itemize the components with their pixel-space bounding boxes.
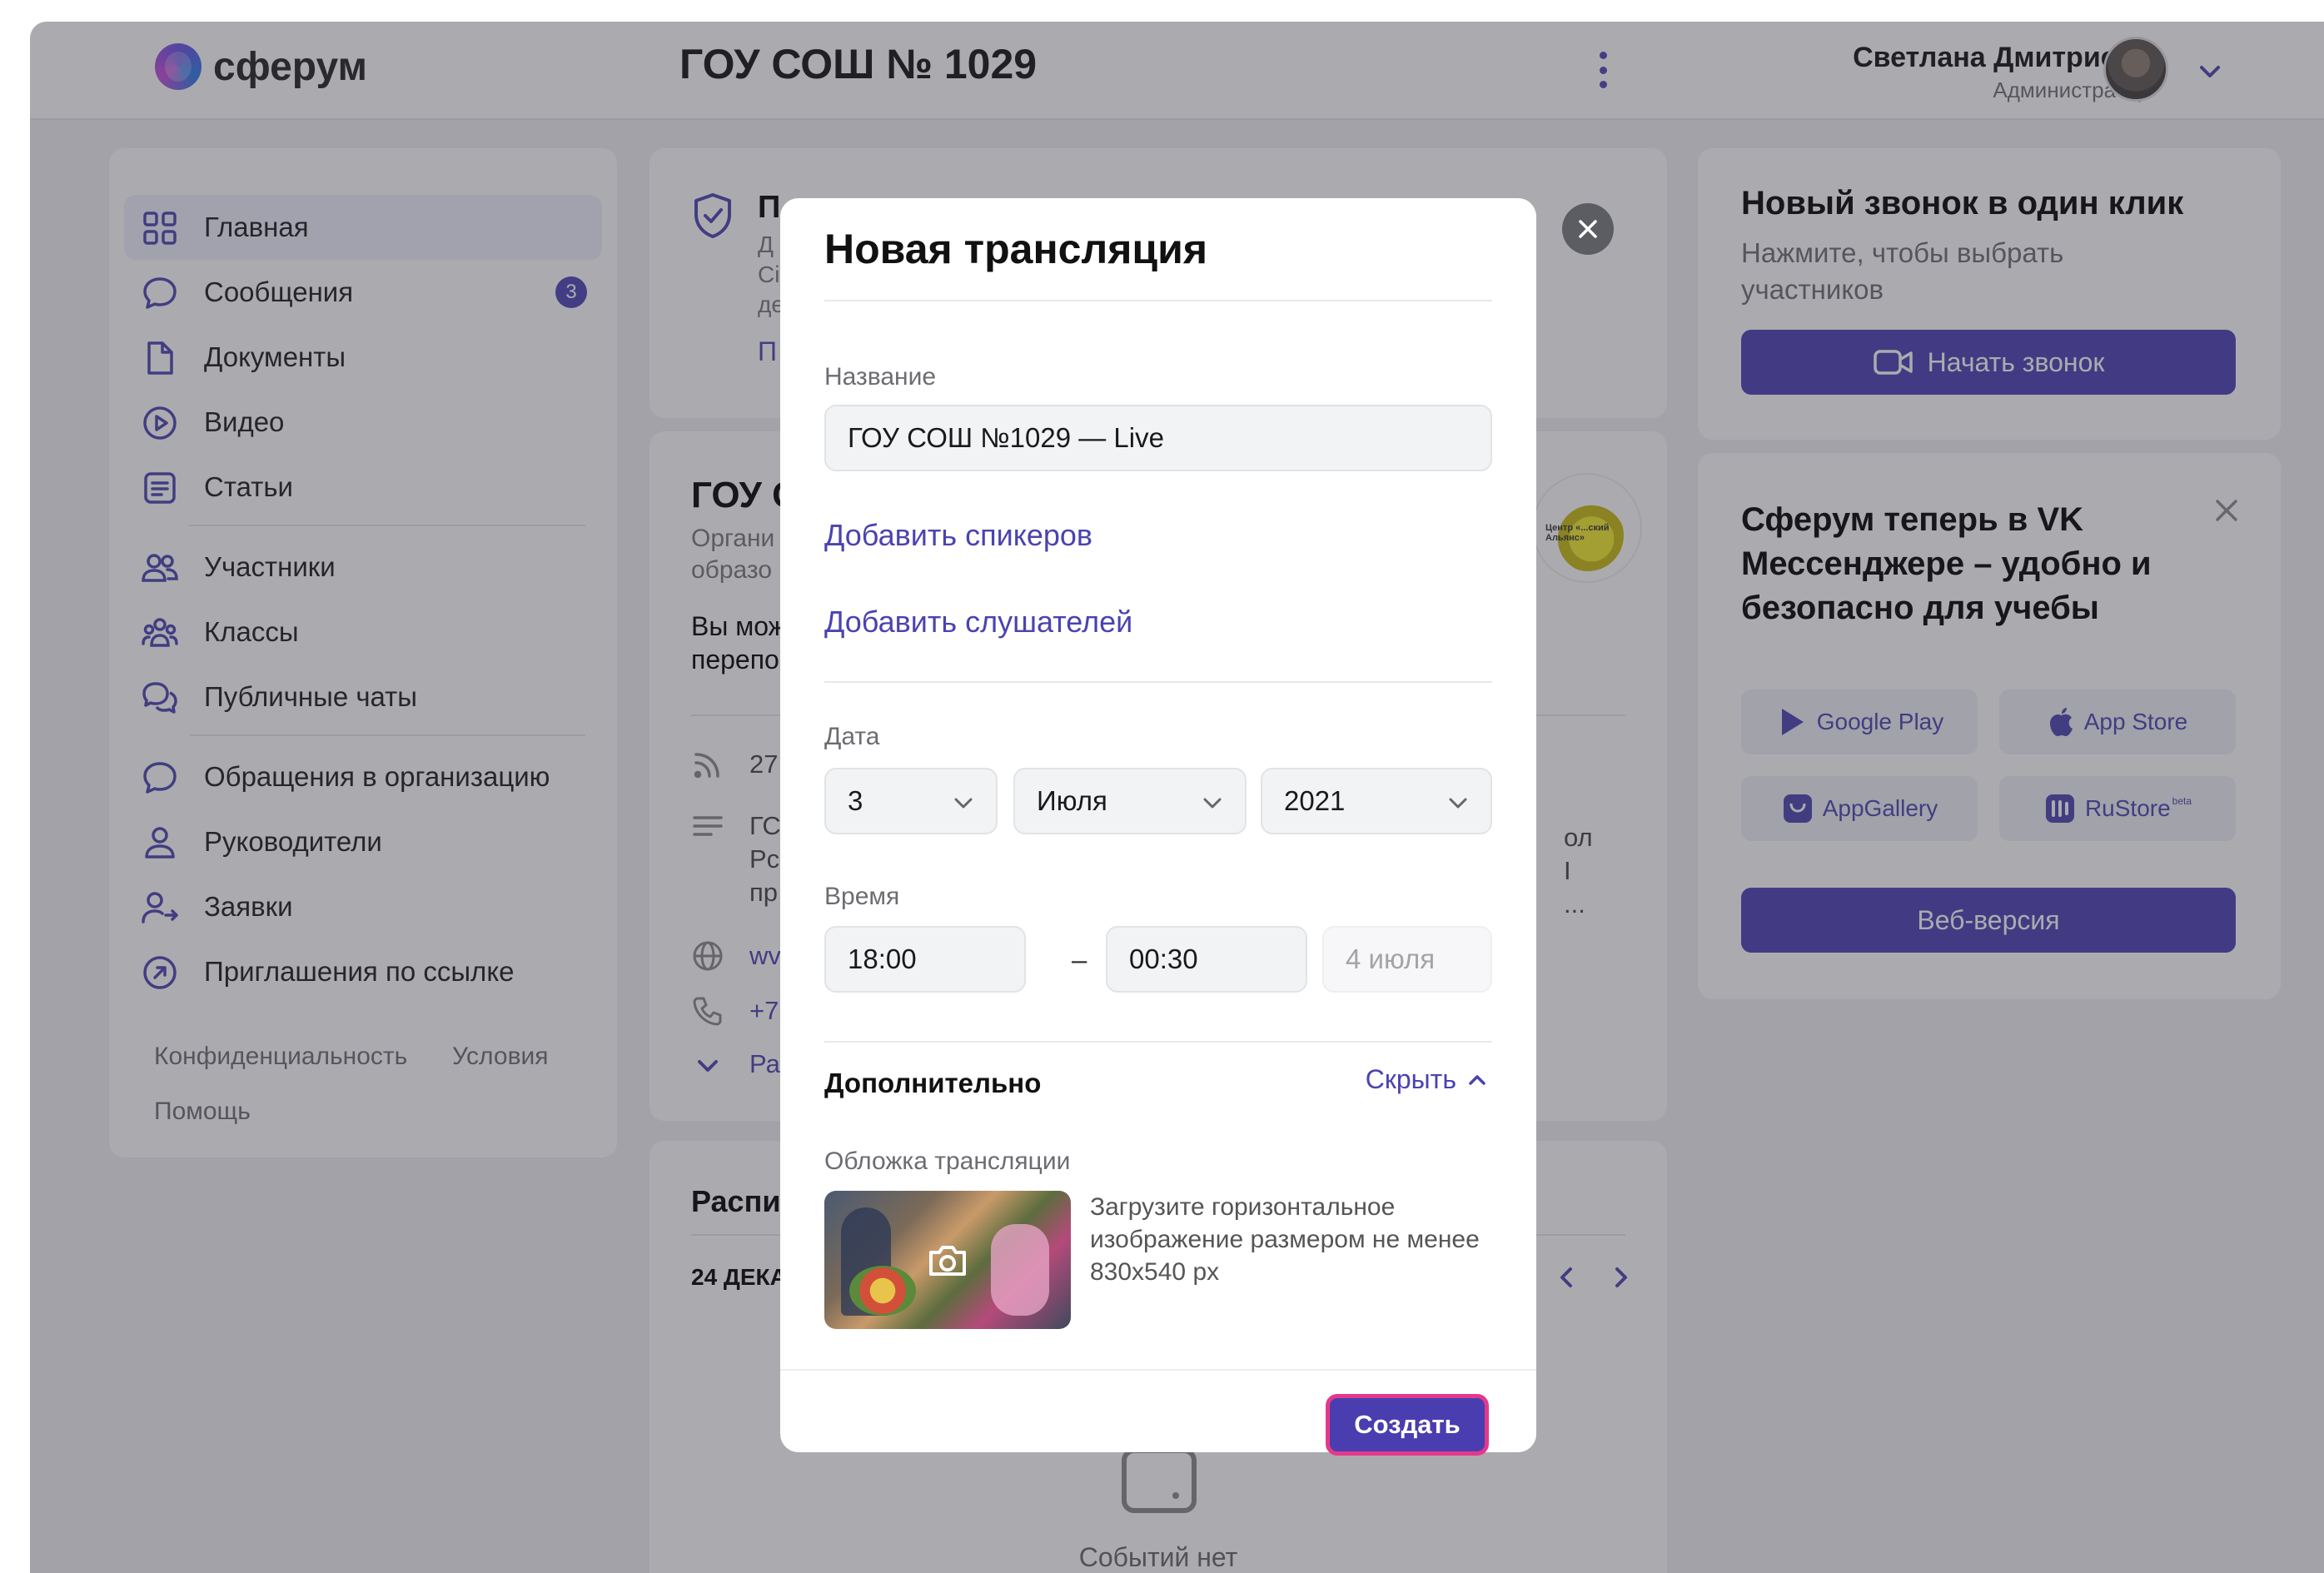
cover-photo-flowers	[849, 1266, 916, 1316]
day-value: 3	[848, 785, 863, 816]
divider	[824, 1041, 1492, 1043]
broadcast-name-value: ГОУ СОШ №1029 — Live	[848, 422, 1164, 453]
chevron-down-icon	[1449, 798, 1467, 809]
name-label: Название	[824, 363, 937, 391]
year-select[interactable]: 2021	[1261, 768, 1492, 834]
end-date-display: 4 июля	[1322, 926, 1492, 993]
cover-label: Обложка трансляции	[824, 1147, 1071, 1175]
modal-title: Новая трансляция	[824, 226, 1208, 272]
chevron-down-icon	[1203, 798, 1222, 809]
close-icon	[1579, 220, 1597, 238]
broadcast-name-input[interactable]: ГОУ СОШ №1029 — Live	[824, 405, 1492, 471]
time-label: Время	[824, 883, 900, 910]
day-select[interactable]: 3	[824, 768, 998, 834]
start-time-value: 18:00	[848, 943, 917, 974]
year-value: 2021	[1284, 785, 1346, 816]
cover-upload[interactable]	[824, 1191, 1071, 1329]
divider	[824, 681, 1492, 683]
add-speakers-link[interactable]: Добавить спикеров	[824, 518, 1092, 553]
add-listeners-link[interactable]: Добавить слушателей	[824, 605, 1132, 640]
end-time-value: 00:30	[1129, 943, 1198, 974]
camera-icon	[929, 1246, 966, 1276]
time-separator: –	[1072, 944, 1087, 975]
app-frame: сферум ГОУ СОШ № 1029 Светлана Дмитриева…	[30, 22, 2324, 1573]
create-button[interactable]: Создать	[1326, 1394, 1489, 1456]
hide-label: Скрыть	[1365, 1064, 1456, 1094]
month-select[interactable]: Июля	[1013, 768, 1247, 834]
start-time-input[interactable]: 18:00	[824, 926, 1026, 993]
chevron-down-icon	[954, 798, 973, 809]
close-modal-button[interactable]	[1562, 203, 1614, 255]
end-date-value: 4 июля	[1346, 943, 1436, 974]
cover-photo-figure	[991, 1224, 1049, 1316]
date-label: Дата	[824, 723, 880, 750]
new-broadcast-modal: Новая трансляция Название ГОУ СОШ №1029 …	[780, 198, 1536, 1456]
hide-additional-link[interactable]: Скрыть	[1366, 1064, 1490, 1095]
chevron-up-icon	[1469, 1074, 1485, 1085]
month-value: Июля	[1037, 785, 1107, 816]
end-time-input[interactable]: 00:30	[1106, 926, 1307, 993]
additional-section-title: Дополнительно	[824, 1068, 1042, 1098]
divider	[824, 300, 1492, 301]
divider	[780, 1369, 1536, 1371]
cover-hint: Загрузите горизонтальное изображение раз…	[1090, 1193, 1480, 1286]
